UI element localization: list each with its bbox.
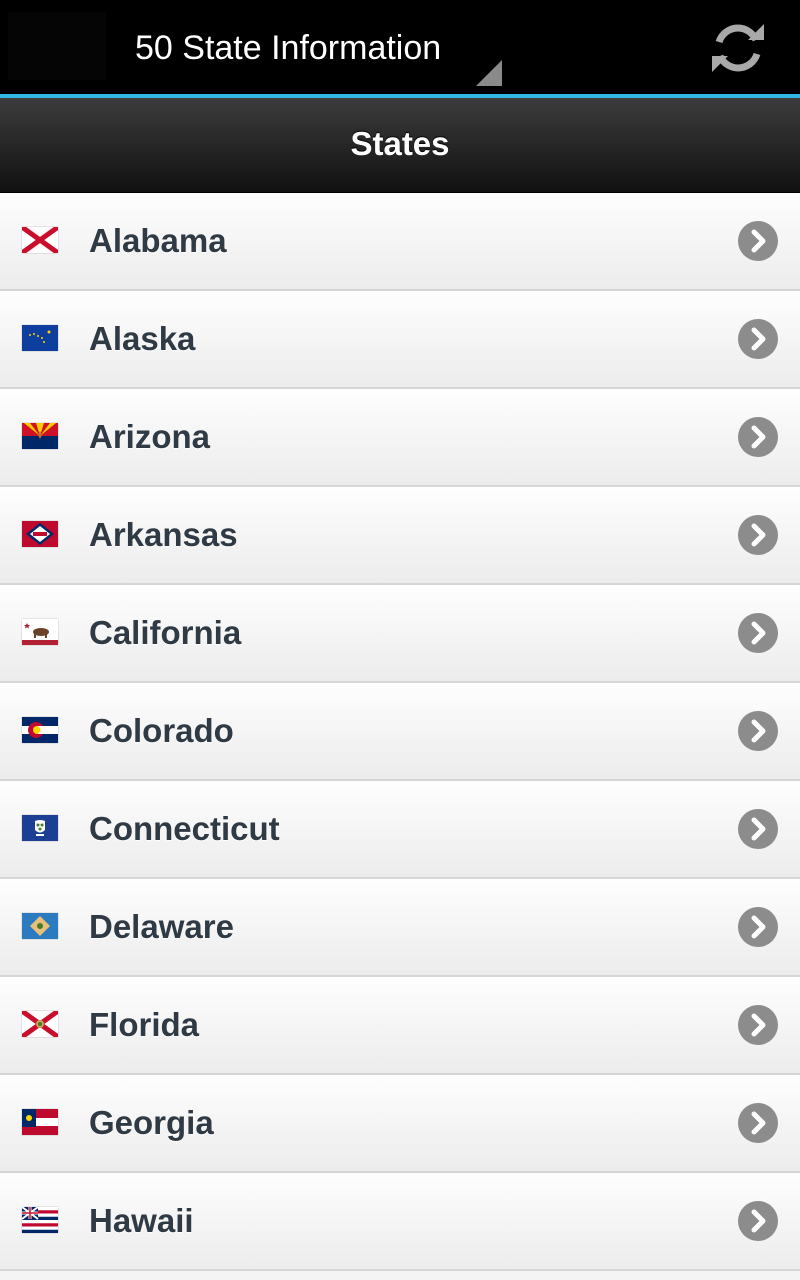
refresh-icon — [712, 24, 764, 72]
list-item-florida[interactable]: Florida — [0, 977, 800, 1075]
list-item-georgia[interactable]: Georgia — [0, 1075, 800, 1173]
list-item-colorado[interactable]: Colorado — [0, 683, 800, 781]
chevron-right-icon — [738, 613, 778, 653]
chevron-right-icon — [738, 809, 778, 849]
header-bar: States — [0, 98, 800, 193]
list-item-label: Georgia — [89, 1104, 214, 1141]
chevron-right-icon — [738, 221, 778, 261]
list-item-hawaii[interactable]: Hawaii — [0, 1173, 800, 1271]
list-item-arkansas[interactable]: Arkansas — [0, 487, 800, 585]
chevron-right-icon — [738, 319, 778, 359]
connecticut-flag-icon — [22, 815, 58, 841]
list-item-label: Arkansas — [89, 516, 238, 553]
refresh-button[interactable] — [700, 14, 776, 82]
states-list: Alabama Alaska Arizona Arkansas Californ… — [0, 193, 800, 1271]
arizona-flag-icon — [22, 423, 58, 449]
list-item-california[interactable]: California — [0, 585, 800, 683]
list-item-label: Hawaii — [89, 1202, 194, 1239]
delaware-flag-icon — [22, 913, 58, 939]
app-title[interactable]: 50 State Information — [135, 26, 441, 70]
list-item-label: Arizona — [89, 418, 211, 455]
list-item-label: California — [89, 614, 242, 651]
chevron-right-icon — [738, 1005, 778, 1045]
chevron-right-icon — [738, 907, 778, 947]
list-item-label: Alaska — [89, 320, 196, 357]
list-item-label: Alabama — [89, 222, 227, 259]
list-item-label: Florida — [89, 1006, 200, 1043]
california-flag-icon — [22, 619, 58, 645]
alabama-flag-icon — [22, 227, 58, 253]
florida-flag-icon — [22, 1011, 58, 1037]
georgia-flag-icon — [22, 1109, 58, 1135]
chevron-right-icon — [738, 711, 778, 751]
colorado-flag-icon — [22, 717, 58, 743]
arkansas-flag-icon — [22, 521, 58, 547]
spinner-indicator-icon — [476, 60, 502, 86]
chevron-right-icon — [738, 417, 778, 457]
list-item-connecticut[interactable]: Connecticut — [0, 781, 800, 879]
app-icon[interactable] — [8, 12, 106, 80]
list-item-label: Connecticut — [89, 810, 280, 847]
chevron-right-icon — [738, 1201, 778, 1241]
action-bar: 50 State Information — [0, 0, 800, 94]
page-title: States — [350, 125, 450, 162]
list-item-label: Delaware — [89, 908, 234, 945]
list-item-alabama[interactable]: Alabama — [0, 193, 800, 291]
chevron-right-icon — [738, 1103, 778, 1143]
chevron-right-icon — [738, 515, 778, 555]
alaska-flag-icon — [22, 325, 58, 351]
list-item-alaska[interactable]: Alaska — [0, 291, 800, 389]
hawaii-flag-icon — [22, 1207, 58, 1233]
list-item-delaware[interactable]: Delaware — [0, 879, 800, 977]
list-item-arizona[interactable]: Arizona — [0, 389, 800, 487]
list-item-label: Colorado — [89, 712, 234, 749]
